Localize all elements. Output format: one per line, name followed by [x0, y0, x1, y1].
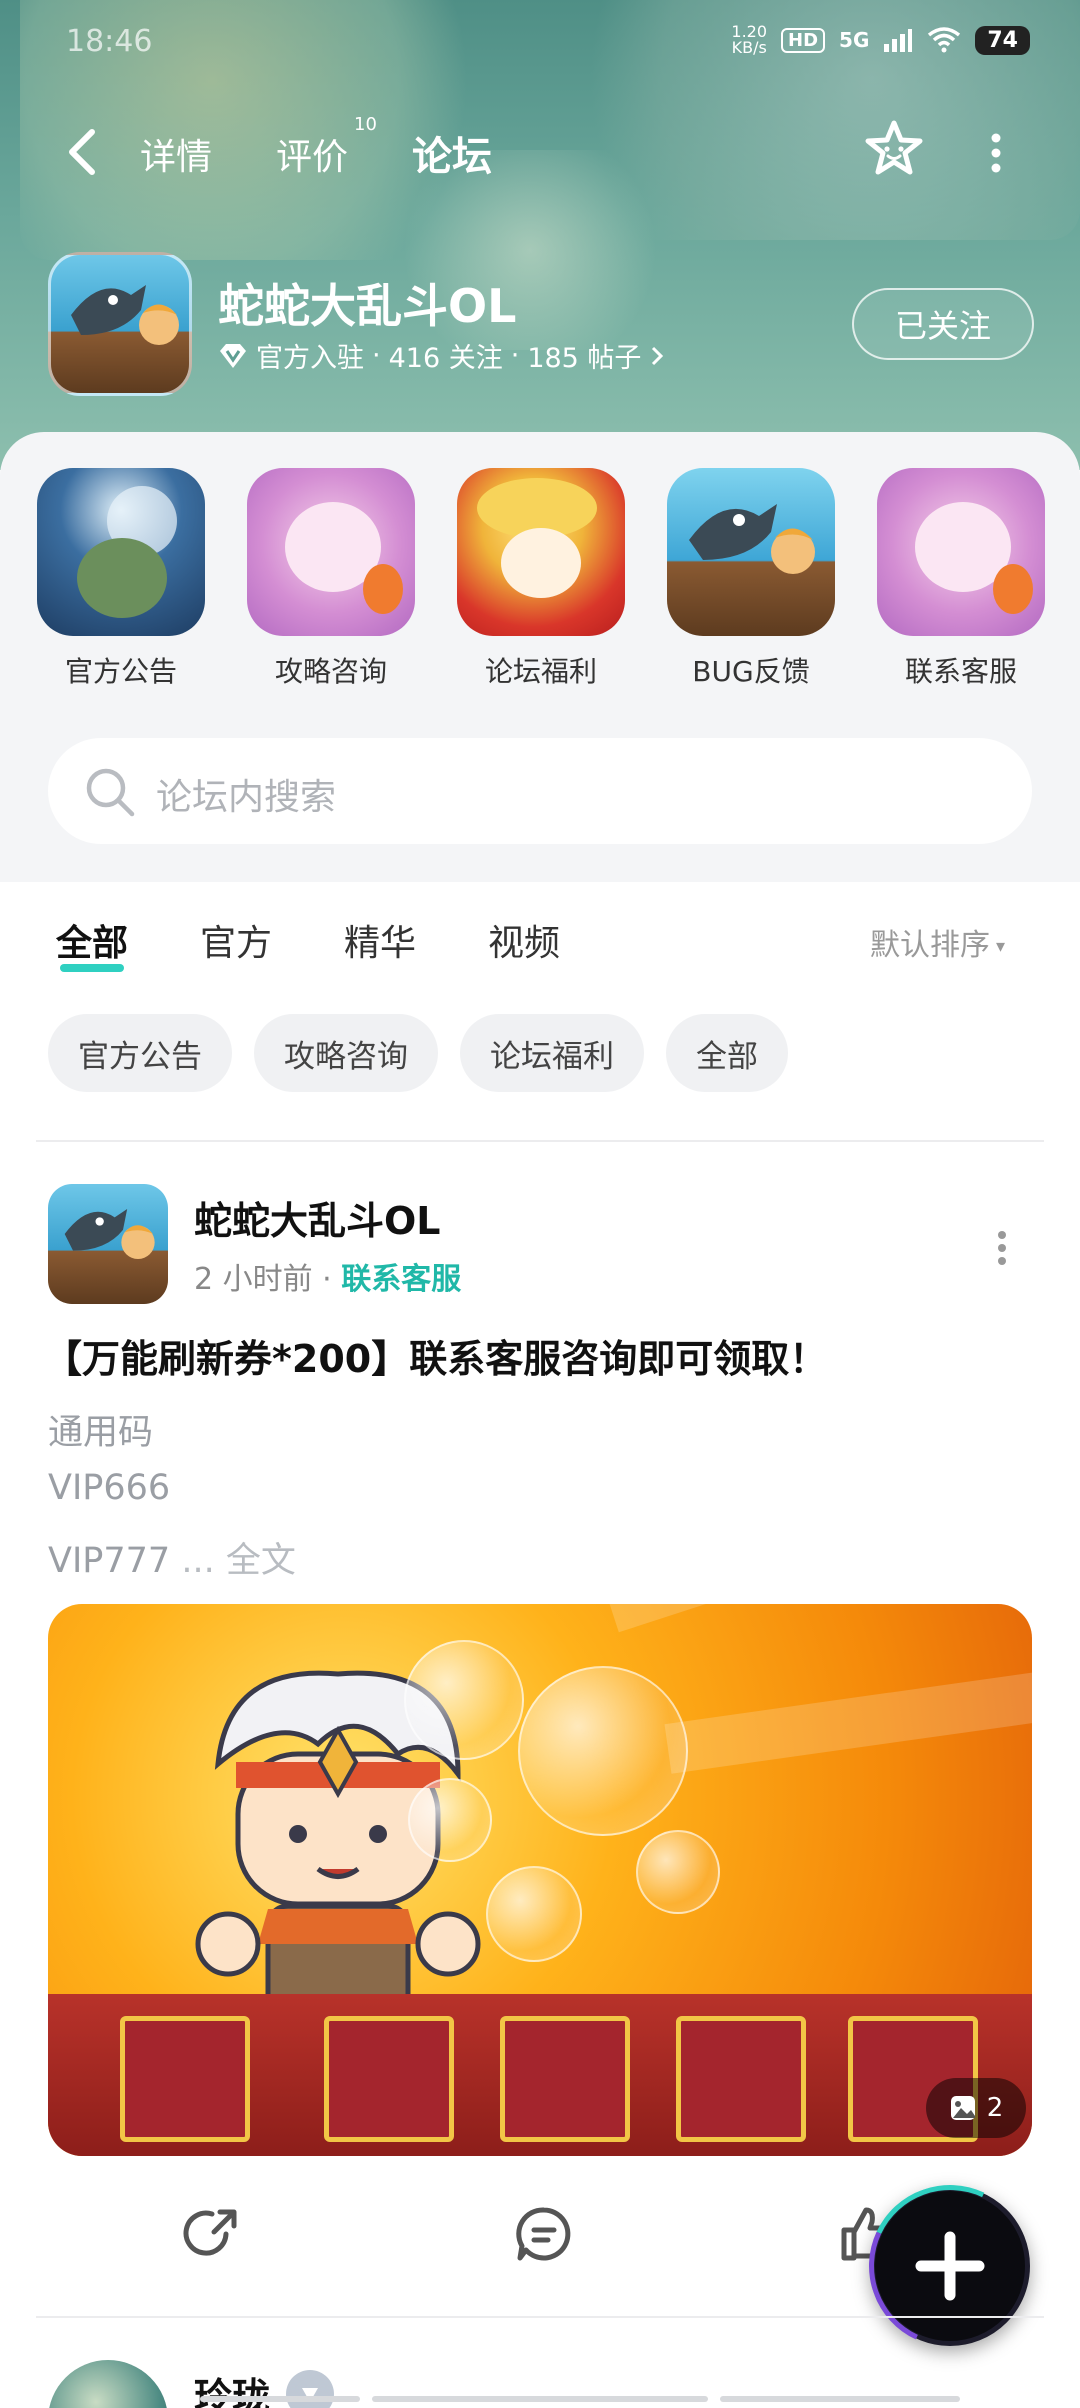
filter-tab-video[interactable]: 视频: [488, 914, 560, 966]
filter-tabs: 全部 官方 精华 视频 默认排序 ▾: [0, 900, 1080, 980]
post-line: 通用码: [48, 1413, 154, 1453]
post-meta: 2 小时前 · 联系客服: [194, 1254, 461, 1298]
item-slot: [676, 2016, 806, 2142]
guide-art-icon: [247, 468, 415, 636]
search-icon: [86, 768, 135, 817]
item-slot: [120, 2016, 250, 2142]
full-text-link[interactable]: 全文: [226, 1541, 296, 1581]
signal-icon: [884, 29, 913, 52]
network-speed: 1.20 KB/s: [731, 24, 767, 56]
shortcut-welfare[interactable]: 论坛福利: [456, 468, 626, 690]
battery-indicator: 74: [975, 25, 1030, 55]
post-category[interactable]: 联系客服: [341, 1262, 461, 1297]
item-slot: [500, 2016, 630, 2142]
chip-all[interactable]: 全部: [666, 1014, 788, 1092]
top-nav: 详情 评价 10 论坛: [0, 114, 1080, 188]
caret-down-icon: ▾: [996, 936, 1006, 957]
favorite-star-icon[interactable]: [862, 118, 926, 182]
service-art-icon: [877, 468, 1045, 636]
gesture-bar: [200, 2396, 360, 2402]
more-options-icon[interactable]: [984, 128, 1008, 178]
wifi-icon: [928, 27, 961, 53]
ellipsis: ...: [170, 1541, 226, 1581]
followers-count: 416 关注: [388, 343, 503, 374]
announcement-art-icon: [37, 468, 205, 636]
post-more-icon[interactable]: [994, 1228, 1010, 1268]
game-header: 18:46 1.20 KB/s HD 5G 74 详情 评价 10 论坛 蛇蛇大…: [0, 0, 1080, 470]
shortcut-label: 官方公告: [64, 655, 177, 688]
shortcut-bug-report[interactable]: BUG反馈: [666, 468, 836, 690]
shortcut-customer-service[interactable]: 联系客服: [876, 468, 1046, 690]
image-count-badge: 2: [926, 2078, 1026, 2138]
search-placeholder: 论坛内搜索: [156, 777, 337, 818]
filter-tab-featured[interactable]: 精华: [344, 914, 416, 966]
user-level-icon: [286, 2370, 334, 2408]
forum-search-bar[interactable]: 论坛内搜索: [48, 738, 1032, 844]
chevron-right-icon: [652, 346, 664, 365]
game-icon: [48, 252, 192, 396]
chip-guides[interactable]: 攻略咨询: [254, 1014, 438, 1092]
shortcut-announcements[interactable]: 官方公告: [36, 468, 206, 690]
item-bubble: [404, 1640, 524, 1760]
separator-dot: ·: [372, 340, 381, 371]
item-bubble: [518, 1666, 688, 1836]
posts-count: 185 帖子: [527, 343, 642, 374]
post-title[interactable]: 【万能刷新券*200】联系客服咨询即可领取！: [44, 1328, 827, 1383]
gesture-bar: [720, 2396, 960, 2402]
item-bubble: [486, 1866, 582, 1962]
shortcut-guides[interactable]: 攻略咨询: [246, 468, 416, 690]
sort-label: 默认排序: [870, 928, 990, 963]
reviews-count-badge: 10: [354, 114, 377, 135]
verified-diamond-icon: [220, 343, 246, 368]
shortcut-label: BUG反馈: [692, 655, 810, 688]
item-slot: [324, 2016, 454, 2142]
status-bar: 18:46 1.20 KB/s HD 5G 74: [0, 18, 1080, 66]
shortcut-label: 联系客服: [904, 655, 1017, 688]
item-bubble: [408, 1778, 492, 1862]
share-icon[interactable]: [182, 2204, 242, 2264]
back-arrow-icon[interactable]: [60, 126, 104, 178]
speed-unit: KB/s: [731, 38, 767, 57]
shortcut-label: 攻略咨询: [274, 655, 387, 688]
separator-dot: ·: [312, 1262, 342, 1297]
author-avatar[interactable]: [48, 1184, 168, 1304]
filter-tab-official[interactable]: 官方: [200, 914, 272, 966]
post-time: 2 小时前: [194, 1262, 313, 1297]
game-info: 蛇蛇大乱斗OL 官方入驻 · 416 关注 · 185 帖子 已关注: [48, 252, 1048, 397]
tab-details[interactable]: 详情: [140, 128, 212, 180]
item-bubble: [636, 1830, 720, 1914]
separator-dot: ·: [510, 340, 520, 371]
tab-forum[interactable]: 论坛: [408, 124, 496, 182]
post-line-last: VIP777 ... 全文: [48, 1532, 296, 1583]
network-type: 5G: [839, 28, 870, 52]
game-stats[interactable]: 官方入驻 · 416 关注 · 185 帖子: [218, 336, 665, 375]
image-count: 2: [986, 2093, 1004, 2123]
category-chips: 官方公告 攻略咨询 论坛福利 全部: [48, 1014, 788, 1092]
chip-welfare[interactable]: 论坛福利: [460, 1014, 644, 1092]
filter-tab-all[interactable]: 全部: [56, 914, 128, 972]
post-line: VIP666: [48, 1468, 171, 1508]
next-post-card[interactable]: 玲珑: [0, 2310, 1080, 2408]
hd-icon: HD: [781, 27, 826, 53]
divider: [36, 1140, 1044, 1142]
chip-announcements[interactable]: 官方公告: [48, 1014, 232, 1092]
status-time: 18:46: [66, 24, 153, 59]
sort-dropdown[interactable]: 默认排序 ▾: [870, 920, 1005, 964]
official-badge: 官方入驻: [256, 343, 364, 374]
shortcut-label: 论坛福利: [484, 655, 597, 688]
bug-art-icon: [667, 468, 835, 636]
author-avatar[interactable]: [48, 2360, 168, 2408]
comment-icon[interactable]: [514, 2204, 574, 2264]
forum-shortcuts: 官方公告 攻略咨询 论坛福利 BUG反馈 联系客服: [36, 468, 1046, 690]
tab-reviews[interactable]: 评价: [276, 128, 348, 180]
post-line: VIP777: [48, 1541, 171, 1581]
welfare-art-icon: [457, 468, 625, 636]
follow-button[interactable]: 已关注: [852, 288, 1034, 360]
game-name: 蛇蛇大乱斗OL: [218, 279, 517, 333]
gesture-bar: [372, 2396, 708, 2402]
forum-panel: 官方公告 攻略咨询 论坛福利 BUG反馈 联系客服 论坛内搜索: [0, 432, 1080, 882]
post-author[interactable]: 蛇蛇大乱斗OL: [194, 1190, 441, 1245]
image-stack-icon: [950, 2096, 975, 2120]
post-image[interactable]: 2: [48, 1604, 1032, 2156]
